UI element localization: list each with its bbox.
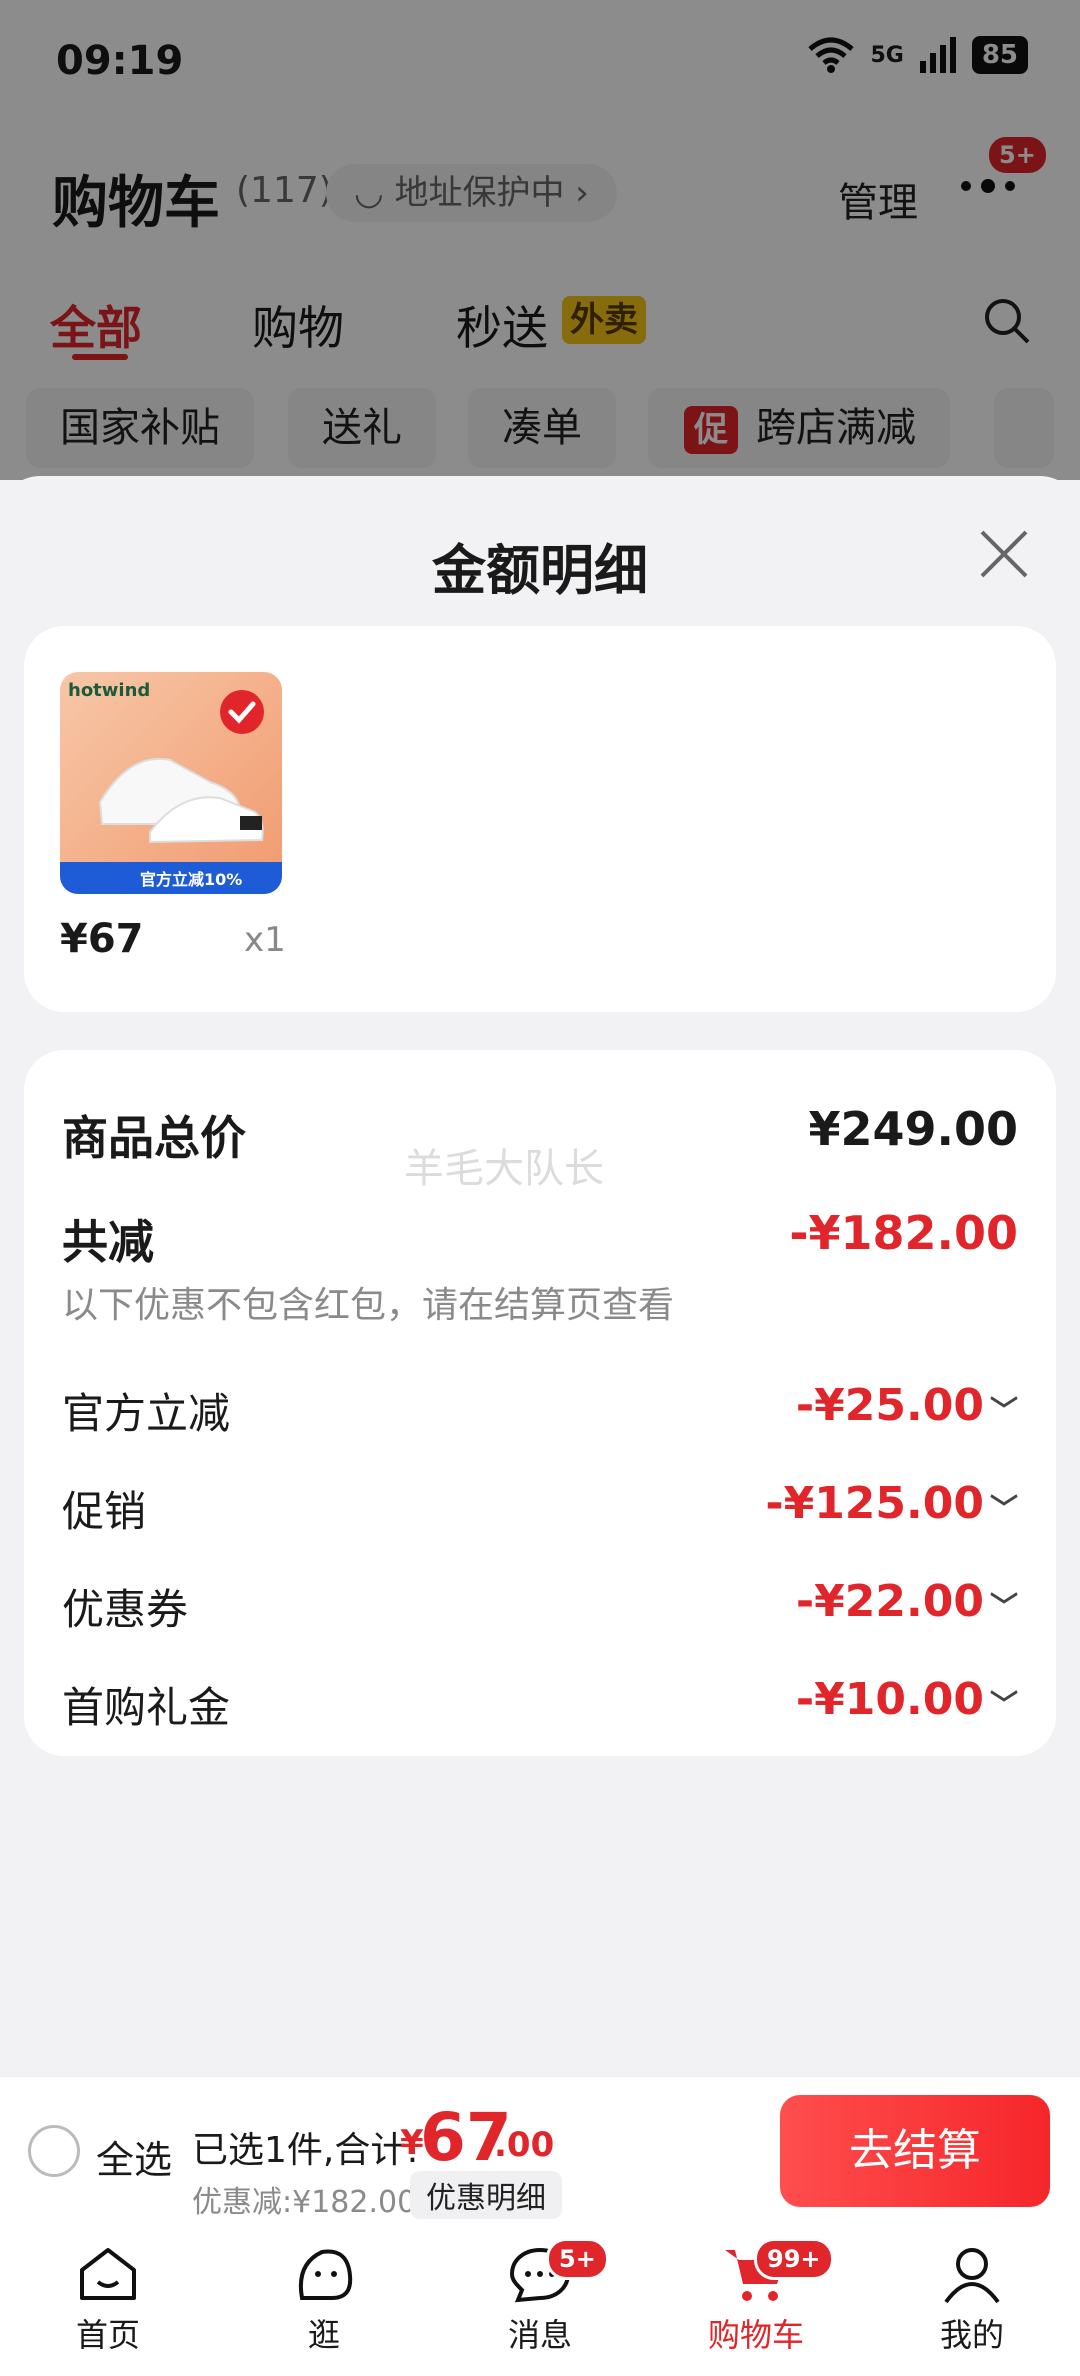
discount-detail-button[interactable]: 优惠明细: [410, 2171, 562, 2219]
total-row: 商品总价 ¥249.00: [62, 1102, 1018, 1165]
overlay-dim[interactable]: [0, 0, 1080, 480]
chevron-down-icon: ﹀: [989, 1688, 1018, 1721]
chevron-down-icon: ﹀: [989, 1492, 1018, 1525]
total-value: ¥249.00: [808, 1102, 1018, 1156]
chevron-down-icon: ﹀: [989, 1590, 1018, 1623]
checkout-bar: 全选 已选1件,合计: ¥ 67 .00 优惠减:¥182.00 优惠明细 去结…: [0, 2076, 1080, 2225]
total-label: 商品总价: [62, 1111, 246, 1165]
nav-home[interactable]: 首页: [28, 2244, 188, 2356]
selected-summary: 已选1件,合计:: [192, 2130, 419, 2171]
checkout-button[interactable]: 去结算: [780, 2095, 1050, 2207]
close-icon[interactable]: [976, 526, 1032, 582]
line-first-purchase[interactable]: 首购礼金 -¥10.00 ﹀: [62, 1674, 1018, 1732]
brand-label: hotwind: [68, 680, 151, 701]
home-icon: [80, 2248, 136, 2300]
line-coupon[interactable]: 优惠券 -¥22.00 ﹀: [62, 1576, 1018, 1634]
nav-messages[interactable]: 消息 5+: [460, 2238, 620, 2356]
price-breakdown-card: 羊毛大队长 商品总价 ¥249.00 共减 -¥182.00 以下优惠不包含红包…: [24, 1050, 1056, 1756]
item-price: ¥67: [60, 916, 144, 962]
line-promotion[interactable]: 促销 -¥125.00 ﹀: [62, 1478, 1018, 1536]
nav-profile[interactable]: 我的: [892, 2244, 1052, 2356]
nav-browse[interactable]: 逛: [244, 2244, 404, 2356]
reduce-note: 以下优惠不包含红包，请在结算页查看: [62, 1285, 675, 1326]
select-all-radio[interactable]: [28, 2125, 80, 2177]
browse-face-icon: [299, 2249, 353, 2300]
sheet-title: 金额明细: [432, 539, 648, 602]
chevron-down-icon: ﹀: [989, 1394, 1018, 1427]
discount-summary: 优惠减:¥182.00: [192, 2185, 417, 2220]
total-decimal: .00: [494, 2125, 555, 2165]
select-all-label[interactable]: 全选: [96, 2129, 172, 2184]
messages-badge: 5+: [546, 2238, 609, 2280]
cart-badge: 99+: [754, 2238, 834, 2280]
item-card: hotwind 官方立减10% ¥67 x1: [24, 626, 1056, 1012]
promo-strip: 官方立减10%: [140, 870, 243, 889]
reduce-label: 共减: [62, 1215, 154, 1269]
person-icon: [944, 2248, 1000, 2304]
nav-cart[interactable]: 购物车 99+: [676, 2238, 836, 2356]
line-official[interactable]: 官方立减 -¥25.00 ﹀: [62, 1380, 1018, 1438]
reduce-value: -¥182.00: [789, 1206, 1018, 1260]
product-thumbnail[interactable]: hotwind 官方立减10%: [60, 672, 282, 894]
amount-detail-sheet: 金额明细 hotwind 官方立减10% ¥67 x1 羊毛大队长 商品总价 ¥…: [0, 476, 1080, 2076]
reduce-row: 共减 -¥182.00: [62, 1206, 1018, 1269]
item-quantity: x1: [244, 920, 286, 960]
bottom-nav: 首页 逛 消息 5+ 购物车 99+ 我的: [0, 2224, 1080, 2376]
checkmark-icon[interactable]: [218, 688, 266, 736]
